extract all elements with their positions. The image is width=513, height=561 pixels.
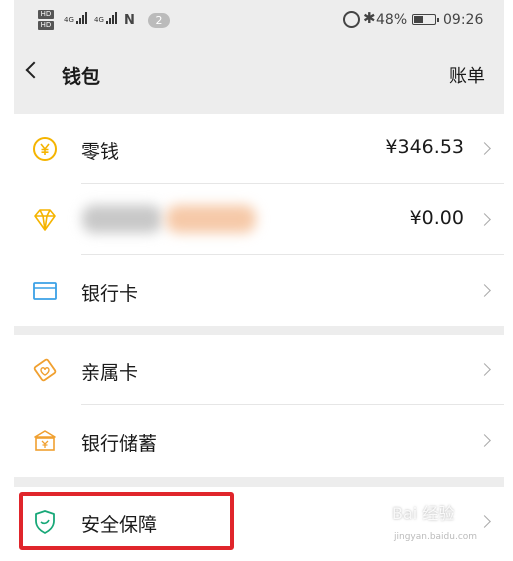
row-change[interactable]: 零钱 ¥346.53 [14,114,504,184]
chevron-right-icon [478,363,491,376]
divider [81,404,504,405]
row-label: 银行储蓄 [81,433,158,455]
yuan-coin-icon [33,137,57,161]
row-family-card[interactable]: 亲属卡 [14,335,504,405]
watermark-url: jingyan.baidu.com [394,532,478,542]
bill-link[interactable]: 账单 [449,62,485,88]
chevron-right-icon [478,142,491,155]
chevron-right-icon [478,284,491,297]
network-type-1: 4G [64,16,74,24]
page-header: 钱包 账单 [14,42,504,106]
chevron-right-icon [478,515,491,528]
row-bank-card[interactable]: 银行卡 [14,256,504,326]
status-bar: HD HD 4G 4G N 2 ✱ 48% 09:26 [14,0,504,42]
chevron-right-icon [478,213,491,226]
notification-badge: 2 [148,13,170,28]
network-type-2: 4G [94,16,104,24]
bank-card-icon [33,282,57,300]
signal-1-icon: 4G [64,12,88,24]
back-icon[interactable] [25,61,43,79]
row-label: 亲属卡 [81,362,139,384]
bank-savings-icon [34,430,56,451]
row-label: 银行卡 [81,283,139,305]
nfc-icon: N [124,13,135,28]
row-bank-savings[interactable]: 银行储蓄 [14,406,504,476]
diamond-icon [34,209,56,231]
row-value: ¥346.53 [385,136,464,158]
battery-fill [414,16,423,23]
row-hidden-product[interactable]: ¥0.00 [14,185,504,255]
watermark-logo: Bai 经验 [392,504,455,523]
wallet-group-secondary: 亲属卡 银行储蓄 [14,335,504,477]
hd-badge-2: HD [38,21,54,30]
hd-indicators: HD HD [38,10,60,32]
row-value: ¥0.00 [409,207,464,229]
family-card-icon [33,358,57,382]
wallet-screen: HD HD 4G 4G N 2 ✱ 48% 09:26 钱包 账单 零钱 ¥34… [14,0,504,561]
row-label: 零钱 [81,141,120,163]
divider [81,254,504,255]
divider [81,183,504,184]
red-highlight-box [19,492,234,550]
wallet-group-primary: 零钱 ¥346.53 ¥0.00 银行卡 [14,114,504,326]
status-time: 09:26 [443,12,484,28]
blurred-tag [166,205,256,233]
signal-2-icon: 4G [94,12,118,24]
blurred-label [82,205,162,233]
battery-icon [412,14,439,25]
alarm-icon [343,11,360,28]
page-title: 钱包 [62,66,101,88]
battery-percent: 48% [376,12,408,28]
hd-badge-1: HD [38,10,54,19]
wallet-group-security: 安全保障 [14,487,504,561]
bluetooth-icon: ✱ [363,9,376,27]
chevron-right-icon [478,434,491,447]
